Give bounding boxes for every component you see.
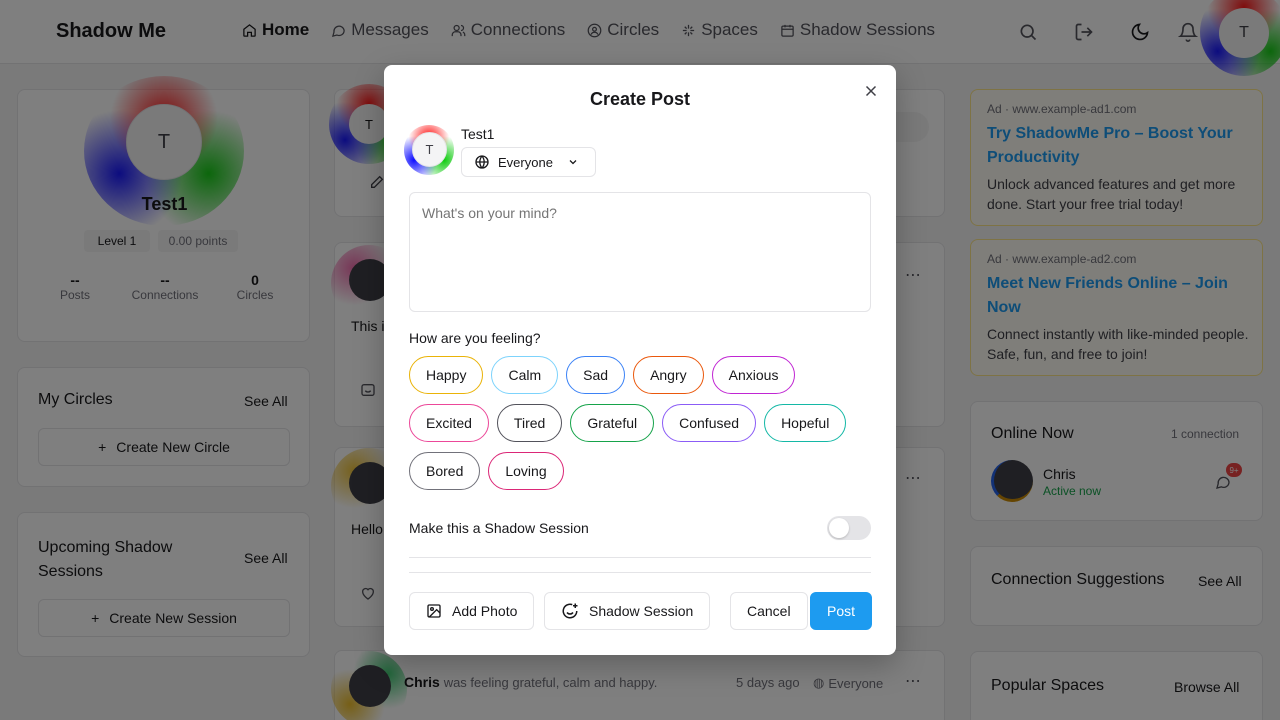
toggle-knob	[829, 518, 849, 538]
cancel-label: Cancel	[747, 603, 791, 619]
dialog-avatar: T	[412, 132, 447, 167]
feeling-label: How are you feeling?	[409, 330, 541, 346]
feeling-chip-grateful[interactable]: Grateful	[570, 404, 655, 442]
shadow-session-button-label: Shadow Session	[589, 603, 694, 619]
audience-label: Everyone	[498, 154, 553, 170]
feeling-chip-loving[interactable]: Loving	[488, 452, 564, 490]
create-post-dialog: Create Post T Test1 Everyone How are you…	[384, 65, 896, 655]
feeling-chip-angry[interactable]: Angry	[633, 356, 704, 394]
chevron-down-icon	[569, 160, 577, 165]
feeling-chip-happy[interactable]: Happy	[409, 356, 484, 394]
shadow-session-row: Make this a Shadow Session	[409, 516, 871, 558]
shadow-session-button[interactable]: Shadow Session	[544, 592, 711, 630]
feeling-chip-tired[interactable]: Tired	[496, 404, 563, 442]
audience-select[interactable]: Everyone	[461, 147, 596, 177]
shadow-session-label: Make this a Shadow Session	[409, 520, 589, 536]
cancel-button[interactable]: Cancel	[730, 592, 808, 630]
divider	[409, 572, 871, 573]
feeling-chip-excited[interactable]: Excited	[409, 404, 489, 442]
feeling-chip-hopeful[interactable]: Hopeful	[764, 404, 847, 442]
add-photo-label: Add Photo	[452, 603, 518, 619]
app-page: Shadow Me Home Messages Connections Circ…	[0, 0, 1280, 720]
feeling-chip-confused[interactable]: Confused	[662, 404, 757, 442]
feeling-chips: Happy Calm Sad Angry Anxious Excited Tir…	[409, 356, 879, 490]
dialog-username: Test1	[461, 126, 495, 142]
feeling-chip-calm[interactable]: Calm	[491, 356, 559, 394]
image-icon	[427, 604, 441, 618]
post-textarea[interactable]	[409, 192, 871, 312]
shadow-session-toggle[interactable]	[827, 516, 871, 540]
smile-plus-icon	[562, 603, 578, 619]
dialog-title: Create Post	[589, 89, 691, 109]
feeling-chip-anxious[interactable]: Anxious	[711, 356, 796, 394]
close-icon[interactable]	[862, 82, 880, 100]
post-label: Post	[827, 603, 856, 619]
post-button[interactable]: Post	[810, 592, 873, 630]
add-photo-button[interactable]: Add Photo	[409, 592, 535, 630]
globe-icon	[475, 155, 489, 169]
feeling-chip-bored[interactable]: Bored	[409, 452, 481, 490]
feeling-chip-sad[interactable]: Sad	[566, 356, 626, 394]
